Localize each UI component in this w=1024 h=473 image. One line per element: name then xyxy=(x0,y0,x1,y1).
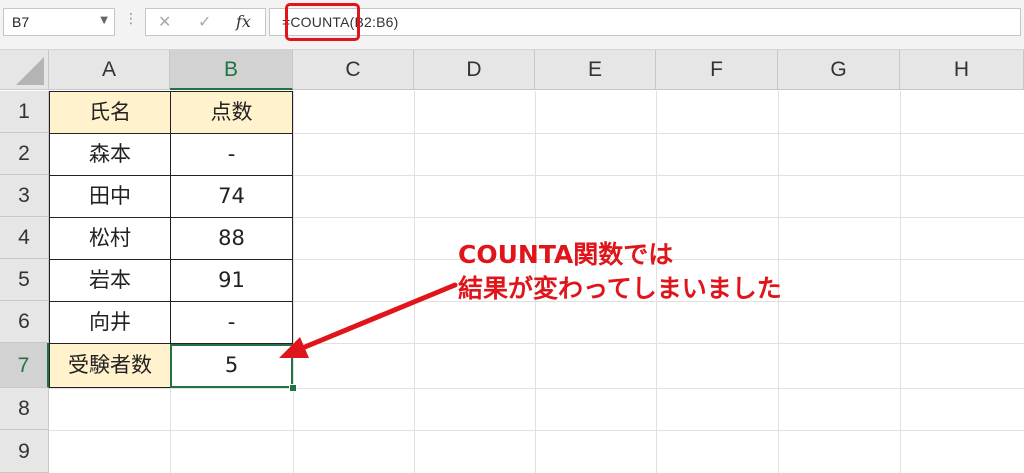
annotation-arrow-icon xyxy=(279,282,458,358)
